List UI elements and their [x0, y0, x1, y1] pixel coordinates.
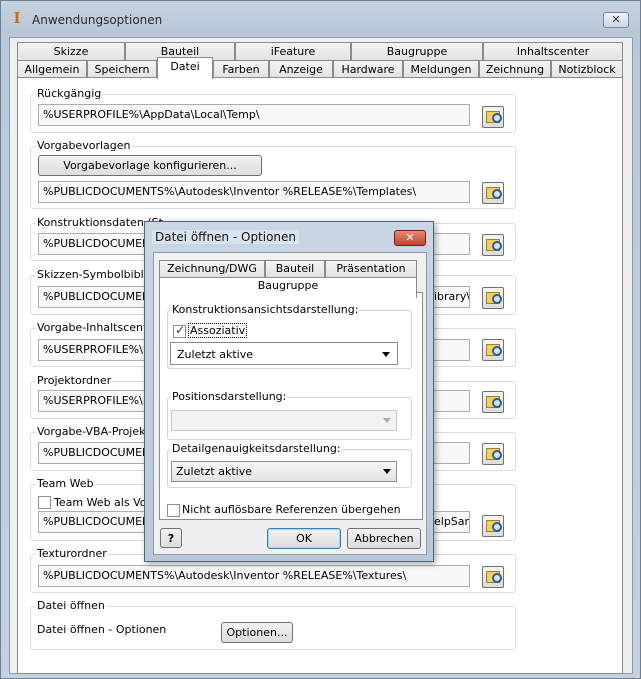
inventor-app-icon: I [13, 9, 21, 27]
project-browse-button[interactable] [482, 391, 504, 413]
team-web-checkbox-label: Team Web als Vorg [54, 496, 158, 509]
team-web-browse-button[interactable] [482, 515, 504, 537]
sketch-symbols-path-end: ibrary\ [434, 290, 470, 303]
skip-unresolved-checkbox[interactable] [167, 504, 180, 517]
content-center-browse-button[interactable] [482, 339, 504, 361]
associative-checkbox[interactable] [173, 323, 186, 338]
skip-unresolved-label: Nicht auflösbare Referenzen übergehen [182, 503, 401, 516]
window-close-button[interactable]: ✕ [603, 12, 629, 28]
team-web-label: Team Web [36, 477, 95, 490]
chevron-down-icon [383, 469, 391, 474]
lod-rep-select-value: Zuletzt aktive [176, 465, 252, 478]
browse-folder-icon [486, 239, 502, 251]
associative-label: Assoziativ [188, 323, 248, 338]
configure-template-button[interactable]: Vorgabevorlage konfigurieren... [38, 155, 262, 176]
design-data-browse-button[interactable] [482, 234, 504, 256]
chevron-down-icon [383, 418, 391, 423]
dialog-tab-baugruppe[interactable]: Baugruppe [159, 277, 417, 298]
position-rep-label: Positionsdarstellung: [171, 390, 288, 403]
browse-folder-icon [486, 448, 502, 460]
file-open-label: Datei öffnen [36, 599, 106, 612]
browse-folder-icon [486, 344, 502, 356]
lod-rep-label: Detailgenauigkeitsdarstellung: [171, 442, 342, 455]
browse-folder-icon [486, 111, 502, 123]
cancel-button[interactable]: Abbrechen [347, 528, 421, 549]
tab-anzeige[interactable]: Anzeige [269, 60, 333, 78]
browse-folder-icon [486, 520, 502, 532]
tab-inhaltscenter[interactable]: Inhaltscenter [483, 42, 623, 60]
browse-folder-icon [486, 187, 502, 199]
textures-path-field[interactable]: %PUBLICDOCUMENTS%\Autodesk\Inventor %REL… [38, 565, 470, 587]
tab-meldungen[interactable]: Meldungen [403, 60, 479, 78]
undo-label: Rückgängig [36, 87, 103, 100]
vba-label: Vorgabe-VBA-Projekt [36, 425, 151, 438]
templates-browse-button[interactable] [482, 182, 504, 204]
templates-path-field[interactable]: %PUBLICDOCUMENTS%\Autodesk\Inventor %REL… [38, 181, 470, 203]
sketch-symbols-browse-button[interactable] [482, 287, 504, 309]
tab-farben[interactable]: Farben [213, 60, 269, 78]
file-open-row: Datei öffnen - Optionen Optionen... [34, 618, 299, 646]
content-center-label: Vorgabe-Inhaltscenter [36, 321, 160, 334]
dialog-tab-bauteil[interactable]: Bauteil [265, 260, 325, 277]
tab-ifeature[interactable]: iFeature [235, 42, 351, 60]
view-rep-select-value: Zuletzt aktive [177, 348, 253, 361]
view-rep-select[interactable]: Zuletzt aktive [170, 342, 398, 365]
view-rep-label: Konstruktionsansichtsdarstellung: [171, 303, 360, 316]
file-open-options-text: Datei öffnen - Optionen [37, 623, 167, 636]
ok-button[interactable]: OK [267, 528, 341, 549]
tab-skizze[interactable]: Skizze [17, 42, 125, 60]
dialog-title: Datei öffnen - Optionen [152, 230, 300, 244]
position-rep-select[interactable] [171, 410, 397, 431]
tab-zeichnung[interactable]: Zeichnung [479, 60, 551, 78]
window-title: Anwendungsoptionen [32, 13, 163, 27]
dialog-close-button[interactable]: ✕ [394, 230, 426, 246]
tab-datei[interactable]: Datei [157, 57, 213, 79]
project-label: Projektordner [36, 374, 113, 387]
vba-browse-button[interactable] [482, 443, 504, 465]
dialog-client: Zeichnung/DWG Bauteil Präsentation Baugr… [153, 252, 427, 555]
dialog-tab-panel: Konstruktionsansichtsdarstellung: Assozi… [159, 292, 423, 520]
tab-allgemein[interactable]: Allgemein [17, 60, 87, 78]
file-open-options-dialog: Datei öffnen - Optionen ✕ Zeichnung/DWG … [144, 221, 434, 562]
team-web-path-end: elpSam [434, 515, 469, 528]
templates-label: Vorgabevorlagen [36, 139, 132, 152]
textures-browse-button[interactable] [482, 566, 504, 588]
undo-browse-button[interactable] [482, 106, 504, 128]
options-button[interactable]: Optionen... [221, 622, 293, 643]
team-web-checkbox[interactable] [38, 496, 51, 509]
dialog-tab-praesentation[interactable]: Präsentation [325, 260, 417, 277]
textures-label: Texturordner [36, 547, 108, 560]
undo-path-field[interactable]: %USERPROFILE%\AppData\Local\Temp\ [38, 104, 470, 126]
dialog-tab-zeichnung-dwg[interactable]: Zeichnung/DWG [159, 260, 265, 277]
tab-hardware[interactable]: Hardware [333, 60, 403, 78]
team-web-path-start: %PUBLICDOCUMENT [43, 515, 157, 528]
tab-baugruppe[interactable]: Baugruppe [351, 42, 483, 60]
browse-folder-icon [486, 292, 502, 304]
tab-notizblock[interactable]: Notizblock [551, 60, 623, 78]
help-button[interactable]: ? [160, 528, 182, 548]
chevron-down-icon [382, 352, 390, 357]
browse-folder-icon [486, 396, 502, 408]
lod-rep-select[interactable]: Zuletzt aktive [171, 461, 397, 482]
title-bar[interactable]: I Anwendungsoptionen ✕ [1, 1, 640, 37]
sketch-symbols-label: Skizzen-Symbolbibliot [36, 268, 159, 281]
tab-speichern[interactable]: Speichern [87, 60, 157, 78]
browse-folder-icon [486, 571, 502, 583]
sketch-symbols-path-start: %PUBLICDOCUMENT [43, 290, 157, 303]
